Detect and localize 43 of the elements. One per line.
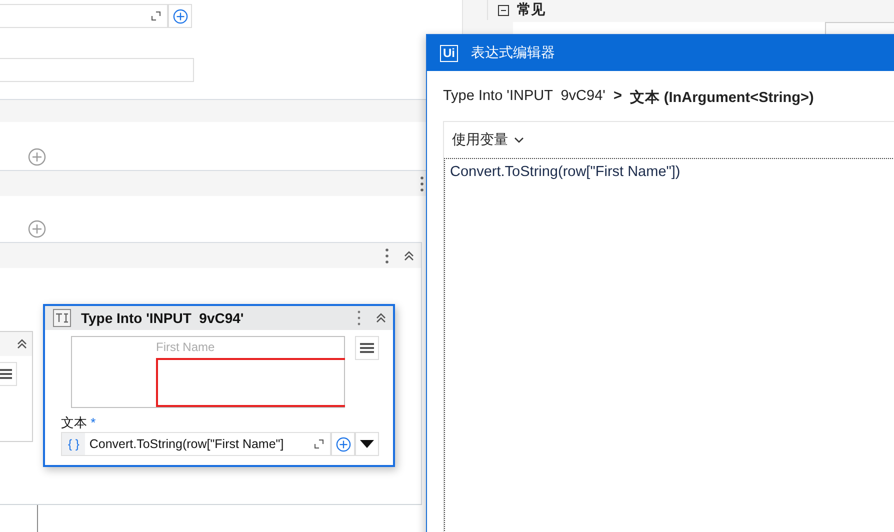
input-field[interactable] <box>0 58 194 82</box>
menu-button[interactable] <box>355 336 379 360</box>
breadcrumb-property: 文本 (InArgument<String>) <box>630 88 814 103</box>
expression-field[interactable]: { } Convert.ToString(row["First Name"] <box>61 432 331 456</box>
expand-icon[interactable] <box>151 11 161 21</box>
expression-text: Convert.ToString(row["First Name"]) <box>450 164 680 180</box>
expand-icon[interactable] <box>314 439 324 449</box>
menu-icon <box>360 342 374 354</box>
app-logo: Ui <box>440 44 458 62</box>
menu-icon <box>0 368 12 380</box>
more-icon[interactable] <box>385 248 389 264</box>
more-icon[interactable] <box>357 310 361 326</box>
window-title: 表达式编辑器 <box>471 44 555 62</box>
input-field[interactable] <box>0 4 168 28</box>
add-icon[interactable] <box>28 220 46 238</box>
collapse-icon[interactable] <box>375 312 387 324</box>
preview-label: First Name <box>156 340 215 354</box>
more-icon[interactable] <box>420 176 424 192</box>
add-button[interactable] <box>168 4 192 28</box>
add-icon <box>172 8 188 24</box>
breadcrumb-separator: > <box>613 88 622 103</box>
field-label: 文本 <box>61 415 87 430</box>
required-mark: * <box>90 415 96 430</box>
activity-card[interactable]: Type Into 'INPUT 9vC94' First Name 文本 * { } Convert.ToString(row["First Name"] <box>43 304 395 467</box>
add-icon <box>336 436 350 452</box>
chevron-down-icon <box>514 137 524 143</box>
collapse-icon[interactable] <box>16 338 28 350</box>
dropdown-button[interactable] <box>355 432 379 456</box>
activity-card[interactable] <box>0 331 33 442</box>
expression-prefix: { } <box>62 433 86 455</box>
text-cursor-icon <box>53 309 71 327</box>
variables-dropdown[interactable]: 使用变量 <box>452 131 524 149</box>
section-title: 常见 <box>517 1 545 19</box>
collapse-icon[interactable] <box>498 4 509 16</box>
field-value: Convert.ToString(row["First Name"] <box>88 437 285 451</box>
menu-button[interactable] <box>0 362 17 386</box>
add-icon[interactable] <box>28 148 46 166</box>
collapse-icon[interactable] <box>403 250 415 262</box>
caret-icon <box>360 439 374 449</box>
expression-editor[interactable]: Convert.ToString(row["First Name"]) <box>444 158 894 532</box>
activity-title: Type Into 'INPUT 9vC94' <box>81 310 245 326</box>
breadcrumb-activity: Type Into 'INPUT 9vC94' <box>443 88 606 103</box>
add-button[interactable] <box>331 432 355 456</box>
